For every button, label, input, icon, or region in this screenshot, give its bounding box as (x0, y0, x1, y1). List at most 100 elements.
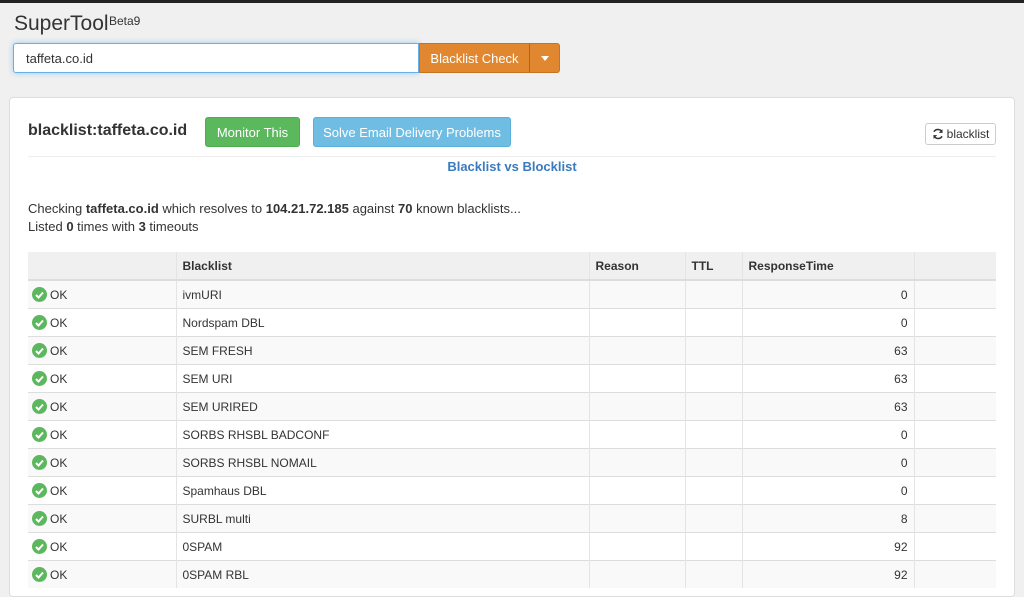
col-status (28, 252, 176, 281)
response-time-cell: 0 (741, 448, 914, 477)
check-circle-icon (32, 371, 47, 386)
table-row: OK SURBL multi 8 (28, 504, 996, 533)
status-cell: OK (28, 308, 176, 337)
top-border (0, 0, 1024, 3)
reason-cell (588, 448, 685, 477)
response-time-cell: 92 (741, 560, 914, 588)
blacklist-name: ivmURI (175, 279, 589, 309)
ttl-cell (684, 392, 742, 421)
search-input[interactable] (13, 43, 419, 73)
status-cell: OK (28, 420, 176, 449)
check-circle-icon (32, 399, 47, 414)
col-extra (913, 252, 996, 281)
response-time-cell: 63 (741, 336, 914, 365)
app-version-badge: Beta9 (109, 14, 141, 28)
extra-cell (913, 504, 996, 533)
check-circle-icon (32, 511, 47, 526)
table-row: OK SORBS RHSBL BADCONF 0 (28, 420, 996, 449)
ttl-cell (684, 420, 742, 449)
response-time-cell: 0 (741, 476, 914, 505)
col-reason: Reason (588, 252, 685, 281)
table-row: OK 0SPAM 92 (28, 532, 996, 561)
extra-cell (913, 336, 996, 365)
blacklist-name: SORBS RHSBL NOMAIL (175, 448, 589, 477)
table-row: OK SEM URIRED 63 (28, 392, 996, 421)
check-circle-icon (32, 315, 47, 330)
check-circle-icon (32, 455, 47, 470)
summary-ip: 104.21.72.185 (265, 201, 349, 216)
response-time-cell: 63 (741, 392, 914, 421)
blacklist-name: SURBL multi (175, 504, 589, 533)
blacklist-name: Spamhaus DBL (175, 476, 589, 505)
refresh-label: blacklist (946, 127, 990, 141)
status-cell: OK (28, 448, 176, 477)
extra-cell (913, 279, 996, 309)
monitor-button[interactable]: Monitor This (205, 117, 300, 147)
refresh-icon (932, 128, 943, 140)
status-text: OK (50, 399, 68, 414)
extra-cell (913, 420, 996, 449)
check-circle-icon (32, 483, 47, 498)
extra-cell (913, 448, 996, 477)
col-ttl: TTL (684, 252, 742, 281)
response-time-cell: 8 (741, 504, 914, 533)
solve-email-button[interactable]: Solve Email Delivery Problems (313, 117, 511, 147)
reason-cell (588, 279, 685, 309)
reason-cell (588, 308, 685, 337)
extra-cell (913, 392, 996, 421)
ttl-cell (684, 476, 742, 505)
blacklist-check-button[interactable]: Blacklist Check (419, 43, 530, 73)
reason-cell (588, 364, 685, 393)
reason-cell (588, 504, 685, 533)
status-text: OK (50, 455, 68, 470)
status-text: OK (50, 287, 68, 302)
table-row: OK 0SPAM RBL 92 (28, 560, 996, 588)
blacklist-vs-blocklist-link[interactable]: Blacklist vs Blocklist (0, 159, 1024, 174)
reason-cell (588, 336, 685, 365)
status-cell: OK (28, 279, 176, 309)
ttl-cell (684, 560, 742, 588)
status-text: OK (50, 315, 68, 330)
ttl-cell (684, 364, 742, 393)
blacklist-name: SEM URIRED (175, 392, 589, 421)
refresh-blacklist-button[interactable]: blacklist (925, 123, 996, 145)
extra-cell (913, 364, 996, 393)
check-circle-icon (32, 287, 47, 302)
reason-cell (588, 420, 685, 449)
status-cell: OK (28, 532, 176, 561)
status-text: OK (50, 343, 68, 358)
blacklist-name: Nordspam DBL (175, 308, 589, 337)
response-time-cell: 0 (741, 308, 914, 337)
table-row: OK Nordspam DBL 0 (28, 308, 996, 337)
status-text: OK (50, 539, 68, 554)
blacklist-table: Blacklist Reason TTL ResponseTime OK ivmU… (28, 252, 996, 588)
options-dropdown-button[interactable] (529, 43, 560, 73)
table-row: OK ivmURI 0 (28, 279, 996, 309)
table-header-row: Blacklist Reason TTL ResponseTime (28, 252, 996, 281)
table-row: OK Spamhaus DBL 0 (28, 476, 996, 505)
status-cell: OK (28, 504, 176, 533)
response-time-cell: 0 (741, 420, 914, 449)
status-text: OK (50, 511, 68, 526)
summary-count: 70 (398, 201, 413, 216)
summary-line-1: Checking taffeta.co.id which resolves to… (28, 201, 521, 216)
status-cell: OK (28, 476, 176, 505)
response-time-cell: 92 (741, 532, 914, 561)
reason-cell (588, 476, 685, 505)
table-row: OK SEM URI 63 (28, 364, 996, 393)
status-cell: OK (28, 392, 176, 421)
status-cell: OK (28, 336, 176, 365)
blacklist-name: 0SPAM RBL (175, 560, 589, 588)
check-summary: Checking taffeta.co.id which resolves to… (28, 200, 521, 236)
table-row: OK SEM FRESH 63 (28, 336, 996, 365)
blacklist-name: SEM URI (175, 364, 589, 393)
divider (28, 156, 996, 157)
extra-cell (913, 476, 996, 505)
check-circle-icon (32, 343, 47, 358)
reason-cell (588, 392, 685, 421)
ttl-cell (684, 308, 742, 337)
reason-cell (588, 532, 685, 561)
ttl-cell (684, 504, 742, 533)
status-text: OK (50, 483, 68, 498)
blacklist-name: SEM FRESH (175, 336, 589, 365)
